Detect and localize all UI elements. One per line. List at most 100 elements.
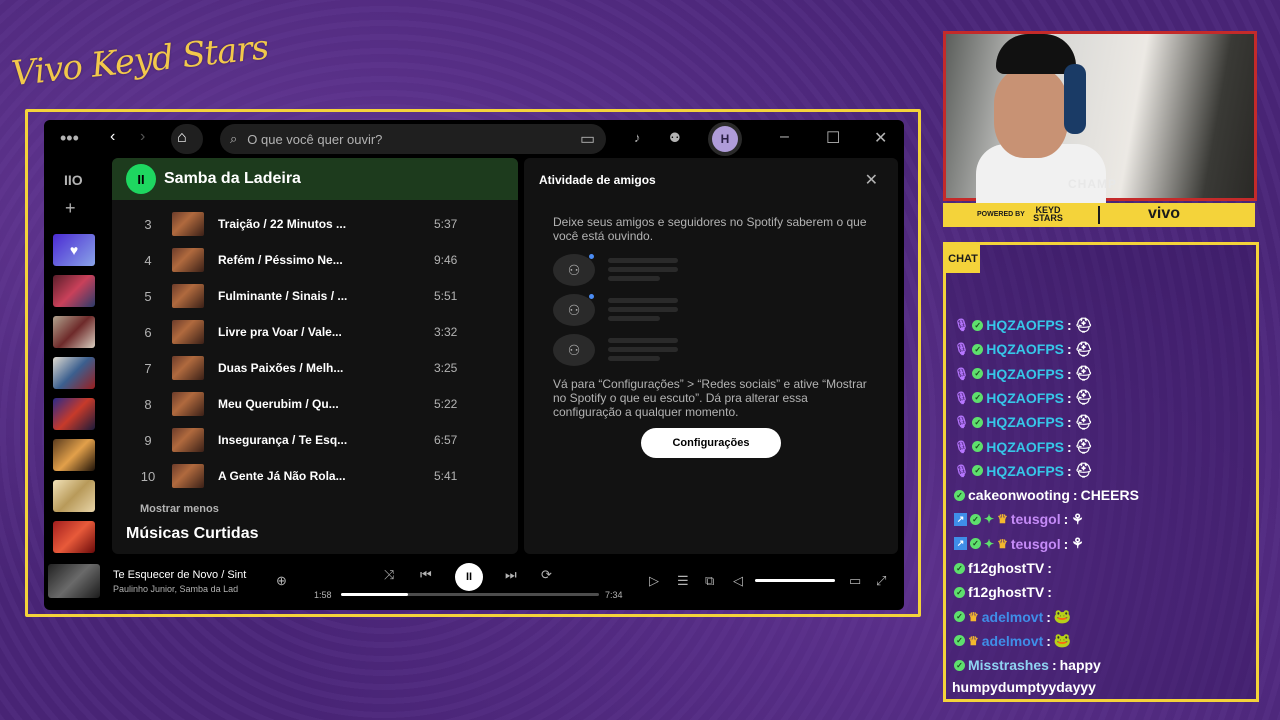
chat-username[interactable]: f12ghostTV: [968, 560, 1044, 576]
minimize-icon[interactable]: –: [780, 128, 789, 146]
track-row[interactable]: 10 A Gente Já Não Rola... 5:41: [112, 458, 518, 494]
add-icon[interactable]: +: [65, 198, 76, 219]
playlist-thumb[interactable]: [53, 480, 95, 512]
track-row[interactable]: 5 Fulminante / Sinais / ... 5:51: [112, 278, 518, 314]
show-less-link[interactable]: Mostrar menos: [140, 503, 219, 515]
now-playing-view-icon[interactable]: ▷: [649, 573, 659, 589]
liked-songs-thumb[interactable]: ♥: [53, 234, 95, 266]
emote-icon: ⛑: [1074, 462, 1093, 479]
track-row[interactable]: 3 Traição / 22 Minutos ... 5:37: [112, 206, 518, 242]
now-playing-artist[interactable]: Paulinho Junior, Samba da Lad: [113, 584, 263, 594]
chat-separator: :: [1063, 535, 1069, 552]
chat-panel: CHAT 🎙 ✓ HQZAOFPS: ⛑ 🎙 ✓ HQZAOFPS: ⛑ 🎙 ✓ HQZAOFPS:…: [943, 242, 1259, 702]
next-icon[interactable]: ⏭: [505, 567, 517, 583]
previous-icon[interactable]: ⏮: [420, 567, 432, 583]
track-title[interactable]: A Gente Já Não Rola...: [218, 469, 363, 483]
track-cover: [172, 212, 204, 236]
mic-badge-icon: 🎙: [954, 390, 970, 405]
library-icon[interactable]: IIO: [64, 172, 83, 188]
playlist-thumb[interactable]: [53, 316, 95, 348]
track-title[interactable]: Refém / Péssimo Ne...: [218, 253, 363, 267]
chat-message: ✓ Misstrashes: happy: [954, 655, 1101, 675]
verified-badge-icon: ✓: [954, 586, 965, 598]
track-number: 8: [144, 396, 152, 412]
track-row[interactable]: 4 Refém / Péssimo Ne... 9:46: [112, 242, 518, 278]
search-icon: ⌕: [230, 131, 238, 146]
track-row[interactable]: 6 Livre pra Voar / Vale... 3:32: [112, 314, 518, 350]
page-title: Samba da Ladeira: [164, 170, 301, 187]
playlist-thumb[interactable]: [53, 398, 95, 430]
chat-username[interactable]: HQZAOFPS: [986, 341, 1064, 357]
chat-username[interactable]: Misstrashes: [968, 657, 1049, 673]
chat-message: ↗ ✓ ✦ ♛ teusgol: ⚘: [954, 509, 1084, 529]
track-row[interactable]: 8 Meu Querubim / Qu... 5:22: [112, 386, 518, 422]
chat-username[interactable]: HQZAOFPS: [986, 366, 1064, 382]
track-title[interactable]: Traição / 22 Minutos ...: [218, 217, 363, 231]
now-playing-cover[interactable]: [48, 564, 100, 598]
pause-button[interactable]: II: [455, 563, 483, 591]
avatar[interactable]: H: [712, 126, 738, 152]
emote-icon: ⛑: [1074, 365, 1093, 382]
track-title[interactable]: Meu Querubim / Qu...: [218, 397, 363, 411]
browse-icon[interactable]: ▭: [580, 129, 595, 149]
chat-username[interactable]: cakeonwooting: [968, 487, 1070, 503]
track-duration: 3:25: [434, 361, 458, 375]
home-button[interactable]: [171, 124, 203, 154]
track-title[interactable]: Insegurança / Te Esq...: [218, 433, 363, 447]
track-row[interactable]: 7 Duas Paixões / Melh... 3:25: [112, 350, 518, 386]
playlist-thumb[interactable]: [53, 275, 95, 307]
chat-username[interactable]: HQZAOFPS: [986, 439, 1064, 455]
back-icon[interactable]: ‹: [110, 128, 115, 146]
track-cover: [172, 284, 204, 308]
repeat-icon[interactable]: ⟳: [541, 567, 552, 583]
more-options-icon[interactable]: •••: [60, 128, 79, 149]
chat-username[interactable]: adelmovt: [982, 633, 1043, 649]
fullscreen-icon[interactable]: ⤢: [876, 573, 886, 589]
chat-username[interactable]: HQZAOFPS: [986, 390, 1064, 406]
pause-button[interactable]: II: [126, 164, 156, 194]
maximize-icon[interactable]: ☐: [826, 128, 840, 148]
connect-device-icon[interactable]: ⧉: [705, 573, 714, 589]
forward-icon[interactable]: ›: [140, 128, 145, 146]
track-title[interactable]: Livre pra Voar / Vale...: [218, 325, 363, 339]
chat-username[interactable]: HQZAOFPS: [986, 317, 1064, 333]
mini-player-icon[interactable]: ▭: [849, 573, 861, 589]
playlist-thumb[interactable]: [53, 357, 95, 389]
webcam-feed: CHAMP: [943, 31, 1257, 204]
search-input[interactable]: ⌕ O que você quer ouvir?: [220, 124, 606, 154]
crown-badge-icon: ♛: [997, 536, 1008, 551]
chat-username[interactable]: teusgol: [1011, 511, 1061, 527]
chat-username[interactable]: HQZAOFPS: [986, 463, 1064, 479]
liked-songs-heading[interactable]: Músicas Curtidas: [126, 525, 258, 543]
track-cover: [172, 320, 204, 344]
friend-activity-icon[interactable]: ⚉: [669, 130, 681, 146]
progress-bar[interactable]: [341, 593, 599, 596]
verified-badge-icon: ✓: [972, 416, 984, 428]
track-title[interactable]: Duas Paixões / Melh...: [218, 361, 363, 375]
chat-separator: :: [1047, 560, 1052, 576]
chat-username[interactable]: HQZAOFPS: [986, 414, 1064, 430]
chat-separator: :: [1051, 657, 1057, 674]
verified-badge-icon: ✓: [954, 489, 965, 501]
playlist-thumb[interactable]: [53, 521, 95, 553]
chat-username[interactable]: teusgol: [1011, 536, 1061, 552]
close-icon[interactable]: ✕: [865, 170, 878, 190]
sponsor-bar: POWERED BY KEYD STARS vivo: [943, 203, 1255, 227]
shuffle-icon[interactable]: ⤨: [384, 567, 394, 583]
close-icon[interactable]: ✕: [874, 128, 887, 148]
verified-badge-icon: ✓: [972, 368, 984, 380]
emote-icon: ⚘: [1071, 510, 1084, 527]
add-to-library-icon[interactable]: ⊕: [276, 573, 287, 589]
volume-slider[interactable]: [755, 579, 835, 582]
notifications-icon[interactable]: ♪: [634, 130, 641, 145]
queue-icon[interactable]: ☰: [677, 573, 689, 589]
track-row[interactable]: 9 Insegurança / Te Esq... 6:57: [112, 422, 518, 458]
track-title[interactable]: Fulminante / Sinais / ...: [218, 289, 363, 303]
track-number: 9: [144, 432, 152, 448]
chat-username[interactable]: adelmovt: [982, 609, 1043, 625]
now-playing-title[interactable]: Te Esquecer de Novo / Sint: [113, 569, 263, 581]
volume-icon[interactable]: ◁: [733, 573, 743, 589]
playlist-thumb[interactable]: [53, 439, 95, 471]
chat-username[interactable]: f12ghostTV: [968, 584, 1044, 600]
settings-button[interactable]: Configurações: [641, 428, 781, 458]
